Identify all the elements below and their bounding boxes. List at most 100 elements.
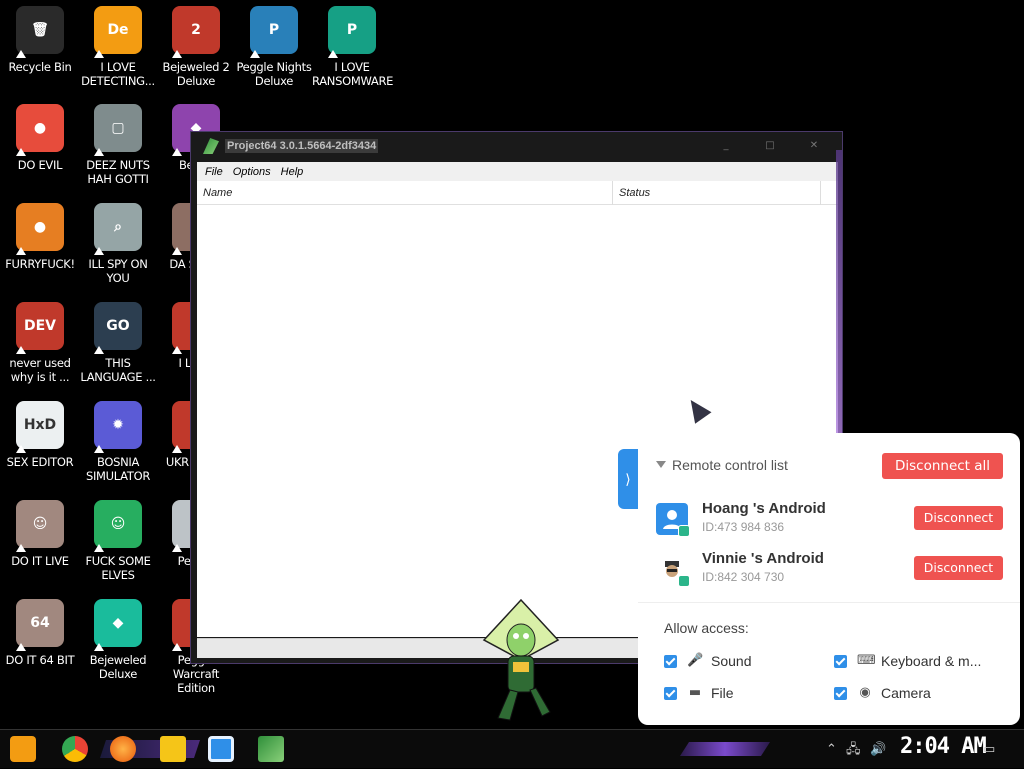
remote-control-list-header[interactable]: Remote control list: [656, 457, 788, 473]
column-name[interactable]: Name: [197, 181, 613, 205]
remote-app-taskbar-icon[interactable]: [208, 736, 234, 762]
network-icon[interactable]: 🖧: [846, 730, 861, 769]
close-button[interactable]: ✕: [794, 138, 834, 156]
desktop-icon-image: ●: [16, 104, 64, 156]
desktop-icon[interactable]: 🗑 Recycle Bin: [0, 6, 80, 74]
device-name: Vinnie 's Android: [702, 550, 824, 567]
desktop-icon[interactable]: 2 Bejeweled 2 Deluxe: [156, 6, 236, 88]
column-status[interactable]: Status: [613, 181, 821, 205]
camera-checkbox[interactable]: [834, 686, 847, 700]
desktop-icon[interactable]: ● FURRYFUCK!: [0, 203, 80, 271]
shortcut-arrow-icon: [94, 50, 104, 58]
desktop-icon[interactable]: HxD SEX EDITOR: [0, 401, 80, 469]
desktop-icon-label: THIS LANGUAGE ...: [80, 356, 156, 384]
menu-options[interactable]: Options: [233, 166, 271, 178]
desktop-icon[interactable]: ● DO EVIL: [0, 104, 80, 172]
option-sound[interactable]: 🎤 Sound: [664, 653, 751, 669]
file-explorer-taskbar-icon[interactable]: [160, 736, 186, 762]
notification-icon[interactable]: ▭: [983, 730, 995, 769]
desktop-icon[interactable]: ▢ DEEZ NUTS HAH GOTTI: [78, 104, 158, 186]
shortcut-arrow-icon: [94, 148, 104, 156]
device-name: Hoang 's Android: [702, 500, 826, 517]
desktop-icon[interactable]: ⌕ ILL SPY ON YOU: [78, 203, 158, 285]
desktop-icon-label: DO EVIL: [17, 158, 63, 172]
desktop-icon-image: 64: [16, 599, 64, 651]
desktop-icon-label: Peggle Nights Deluxe: [236, 60, 312, 88]
android-badge-icon: [678, 575, 690, 587]
menu-file[interactable]: File: [205, 166, 223, 178]
desktop-icon-label: SEX EDITOR: [6, 455, 74, 469]
menu-help[interactable]: Help: [281, 166, 304, 178]
taskbar-clock[interactable]: 2:04 AM: [900, 734, 987, 759]
firefox-taskbar-icon[interactable]: [110, 736, 136, 762]
keyboard-icon: ⌨: [857, 653, 876, 668]
shortcut-arrow-icon: [172, 643, 182, 651]
window-title: Project64 3.0.1.5664-2df3434: [225, 139, 379, 153]
project64-taskbar-icon[interactable]: [258, 736, 284, 762]
taskbar-decoration: [680, 742, 770, 756]
device-avatar-icon: [656, 503, 690, 537]
disconnect-button[interactable]: Disconnect: [914, 556, 1003, 580]
allow-access-label: Allow access:: [664, 620, 749, 636]
remote-control-list-title: Remote control list: [672, 457, 788, 473]
desktop-icon[interactable]: ☺ FUCK SOME ELVES: [78, 500, 158, 582]
desktop-icon-image: 2: [172, 6, 220, 58]
desktop-icon-label: BOSNIA SIMULATOR: [85, 455, 151, 483]
desktop-icon[interactable]: PI LOVE RANSOMWARE: [312, 6, 393, 88]
desktop-icon-image: ●: [16, 203, 64, 255]
shortcut-arrow-icon: [172, 148, 182, 156]
keyboard-label: Keyboard & m...: [881, 653, 982, 669]
maximize-button[interactable]: □: [750, 138, 790, 156]
connection-item: Vinnie 's Android ID:842 304 730 Disconn…: [656, 549, 1003, 589]
android-badge-icon: [678, 525, 690, 537]
chrome-taskbar-icon[interactable]: [62, 736, 88, 762]
start-button[interactable]: [10, 736, 36, 762]
file-checkbox[interactable]: [664, 686, 677, 700]
sound-checkbox[interactable]: [664, 654, 677, 668]
shortcut-arrow-icon: [172, 445, 182, 453]
shortcut-arrow-icon: [16, 148, 26, 156]
shortcut-arrow-icon: [94, 643, 104, 651]
option-keyboard[interactable]: ⌨ Keyboard & m...: [834, 653, 981, 669]
desktop-icon[interactable]: 64 DO IT 64 BIT: [0, 599, 80, 667]
list-header: Name Status: [197, 181, 838, 205]
option-camera[interactable]: ◉ Camera: [834, 685, 931, 701]
desktop-icon-image: HxD: [16, 401, 64, 453]
show-hidden-icons-icon[interactable]: ⌃: [826, 730, 837, 769]
menu-bar: File Options Help: [197, 162, 838, 181]
desktop-icon-image: 🗑: [16, 6, 64, 58]
remote-control-panel: Remote control list Disconnect all Hoang…: [638, 433, 1020, 725]
device-id: ID:473 984 836: [702, 520, 785, 534]
desktop-icon-image: ⌕: [94, 203, 142, 255]
shortcut-arrow-icon: [172, 544, 182, 552]
desktop-icon-image: DEV: [16, 302, 64, 354]
desktop-icon-label: DEEZ NUTS HAH GOTTI: [86, 158, 150, 186]
keyboard-checkbox[interactable]: [834, 654, 847, 668]
disconnect-button[interactable]: Disconnect: [914, 506, 1003, 530]
minimize-button[interactable]: _: [706, 138, 746, 156]
device-avatar-icon: [656, 553, 690, 587]
camera-icon: ◉: [859, 685, 871, 700]
volume-icon[interactable]: 🔊: [870, 730, 886, 769]
shortcut-arrow-icon: [328, 50, 338, 58]
desktop-icon-image: De: [94, 6, 142, 58]
desktop-icon[interactable]: GO THIS LANGUAGE ...: [78, 302, 158, 384]
desktop-icon-image: ☺: [94, 500, 142, 552]
panel-collapse-handle[interactable]: ⟩: [618, 449, 638, 509]
taskbar: ⌃ 🖧 🔊 2:04 AM ▭: [0, 729, 1024, 768]
desktop-icon[interactable]: ✹ BOSNIA SIMULATOR: [78, 401, 158, 483]
desktop-icon[interactable]: ☺ DO IT LIVE: [0, 500, 80, 568]
desktop-icon[interactable]: P Peggle Nights Deluxe: [234, 6, 314, 88]
disconnect-all-button[interactable]: Disconnect all: [882, 453, 1003, 479]
shortcut-arrow-icon: [16, 643, 26, 651]
shortcut-arrow-icon: [16, 544, 26, 552]
desktop-mascot-character[interactable]: [480, 598, 562, 728]
option-file[interactable]: ▬ File: [664, 685, 734, 701]
caret-down-icon: [656, 461, 666, 468]
desktop-icon[interactable]: DEV never used why is it ...: [0, 302, 80, 384]
desktop-icon[interactable]: De I LOVE DETECTING...: [78, 6, 158, 88]
desktop-icon[interactable]: ◆ Bejeweled Deluxe: [78, 599, 158, 681]
shortcut-arrow-icon: [94, 544, 104, 552]
desktop-icon-label: Bejeweled 2 Deluxe: [162, 60, 230, 88]
window-glow-decoration: [836, 150, 842, 450]
